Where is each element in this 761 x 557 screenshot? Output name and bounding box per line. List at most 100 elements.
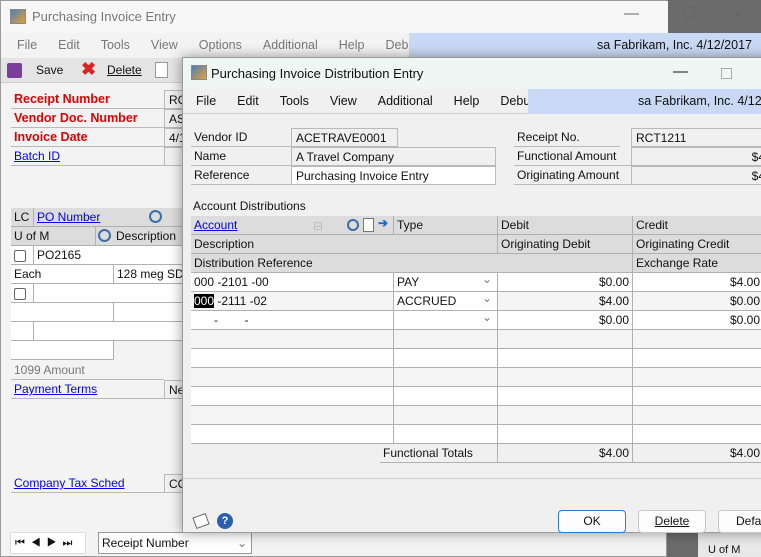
grid-cell[interactable] [498,349,633,368]
type-dropdown[interactable]: ACCRUED ⌄ [394,292,498,311]
grid-cell[interactable] [498,425,633,444]
grid-cell[interactable] [498,330,633,349]
delete-button[interactable]: Delete [638,510,706,533]
menu-tools[interactable]: Tools [280,89,309,114]
lc-header: LC [11,208,34,227]
maximize-button[interactable] [721,68,732,79]
grid-cell[interactable] [11,303,114,322]
minimize-button[interactable]: — [624,5,639,22]
grid-cell[interactable] [11,341,114,360]
maximize-button[interactable] [684,7,695,18]
lookup-icon[interactable] [98,229,111,242]
grid-cell[interactable] [394,349,498,368]
grid-cell[interactable] [498,368,633,387]
account-cell[interactable]: 000 -2111 -02 [191,292,394,311]
payment-terms-link[interactable]: Payment Terms [11,380,164,399]
grid-cell[interactable] [633,349,761,368]
grid-cell[interactable] [633,387,761,406]
grid-cell[interactable] [498,406,633,425]
menu-file[interactable]: File [17,33,37,57]
vendor-id-label: Vendor ID [191,128,291,147]
batch-id-link[interactable]: Batch ID [11,147,164,166]
delete-icon: ✖ [81,59,97,79]
credit-cell[interactable]: $0.00 [633,311,761,330]
menu-additional[interactable]: Additional [263,33,318,57]
distribution-dialog: Purchasing Invoice Distribution Entry — … [182,57,761,533]
debit-header: Debit [498,216,633,235]
grid-cell[interactable] [191,368,394,387]
functional-amount-field: $4 [631,147,761,166]
credit-cell[interactable]: $4.00 [633,273,761,292]
type-dropdown[interactable]: PAY ⌄ [394,273,498,292]
account-cell[interactable]: - - [191,311,394,330]
functional-totals-label: Functional Totals [380,444,498,463]
minimize-button[interactable]: — [673,63,688,80]
account-value: -2111 -02 [214,294,267,308]
help-icon[interactable]: ? [217,513,233,529]
menu-tools[interactable]: Tools [101,33,130,57]
menu-edit[interactable]: Edit [237,89,259,114]
grid-cell[interactable] [11,322,34,341]
menu-additional[interactable]: Additional [378,89,433,114]
menu-view[interactable]: View [151,33,178,57]
grid-cell[interactable] [394,368,498,387]
uofm-cell[interactable]: Each [11,265,114,284]
grid-cell[interactable] [498,387,633,406]
name-label: Name [191,147,291,166]
debit-cell[interactable]: $0.00 [498,311,633,330]
reference-input[interactable]: Purchasing Invoice Entry [291,166,496,185]
menu-edit[interactable]: Edit [58,33,80,57]
grid-cell[interactable] [34,322,194,341]
grid-cell[interactable] [633,425,761,444]
browse-by-value: Receipt Number [102,536,189,550]
type-dropdown[interactable]: ⌄ [394,311,498,330]
browse-by-dropdown[interactable]: Receipt Number ⌄ [98,532,252,554]
grid-cell[interactable] [191,330,394,349]
menu-help[interactable]: Help [339,33,365,57]
grid-cell[interactable] [394,406,498,425]
debit-cell[interactable]: $4.00 [498,292,633,311]
row-checkbox[interactable] [11,284,34,303]
distribution-reference-header: Distribution Reference [191,254,633,273]
chevron-down-icon: ⌄ [481,273,492,286]
grid-cell[interactable] [394,425,498,444]
vendor-id-field: ACETRAVE0001 [291,128,398,147]
grid-cell[interactable] [633,368,761,387]
debit-cell[interactable]: $0.00 [498,273,633,292]
grid-cell[interactable] [191,349,394,368]
po-number-link[interactable]: PO Number [34,208,194,227]
grid-cell[interactable] [633,330,761,349]
company-tax-sched-link[interactable]: Company Tax Sched [11,474,164,493]
delete-button[interactable]: Delete [107,63,142,77]
row-checkbox[interactable] [11,246,34,265]
menu-help[interactable]: Help [454,89,480,114]
credit-cell[interactable]: $0.00 [633,292,761,311]
grid-cell[interactable] [633,406,761,425]
account-value: 000 -2101 -00 [194,275,269,289]
grid-cell[interactable] [34,284,194,303]
expand-icon[interactable]: ⊟ [313,219,323,233]
post-icon[interactable] [155,62,168,78]
grid-cell[interactable] [191,406,394,425]
menu-file[interactable]: File [196,89,216,114]
close-button[interactable]: ✕ [731,5,744,25]
grid-cell[interactable] [394,330,498,349]
account-cell[interactable]: 000 -2101 -00 [191,273,394,292]
ok-button[interactable]: OK [558,510,626,533]
default-button[interactable]: Defa [718,510,761,533]
menu-options[interactable]: Options [199,33,242,57]
grid-cell[interactable] [191,387,394,406]
note-icon[interactable] [192,512,210,530]
invoice-date-label: Invoice Date [11,128,164,147]
menu-view[interactable]: View [330,89,357,114]
grid-cell[interactable] [394,387,498,406]
po-number-cell[interactable]: PO2165 [34,246,194,265]
lookup-icon[interactable] [149,210,162,223]
lookup-icon[interactable] [347,219,359,231]
save-button[interactable]: Save [36,63,63,77]
new-note-icon[interactable] [363,218,374,232]
total-credit: $4.00 [633,444,761,463]
record-navigation[interactable]: ⏮◀▶⏭ [10,532,86,554]
grid-cell[interactable] [191,425,394,444]
arrow-right-icon[interactable]: ➔ [378,216,388,230]
